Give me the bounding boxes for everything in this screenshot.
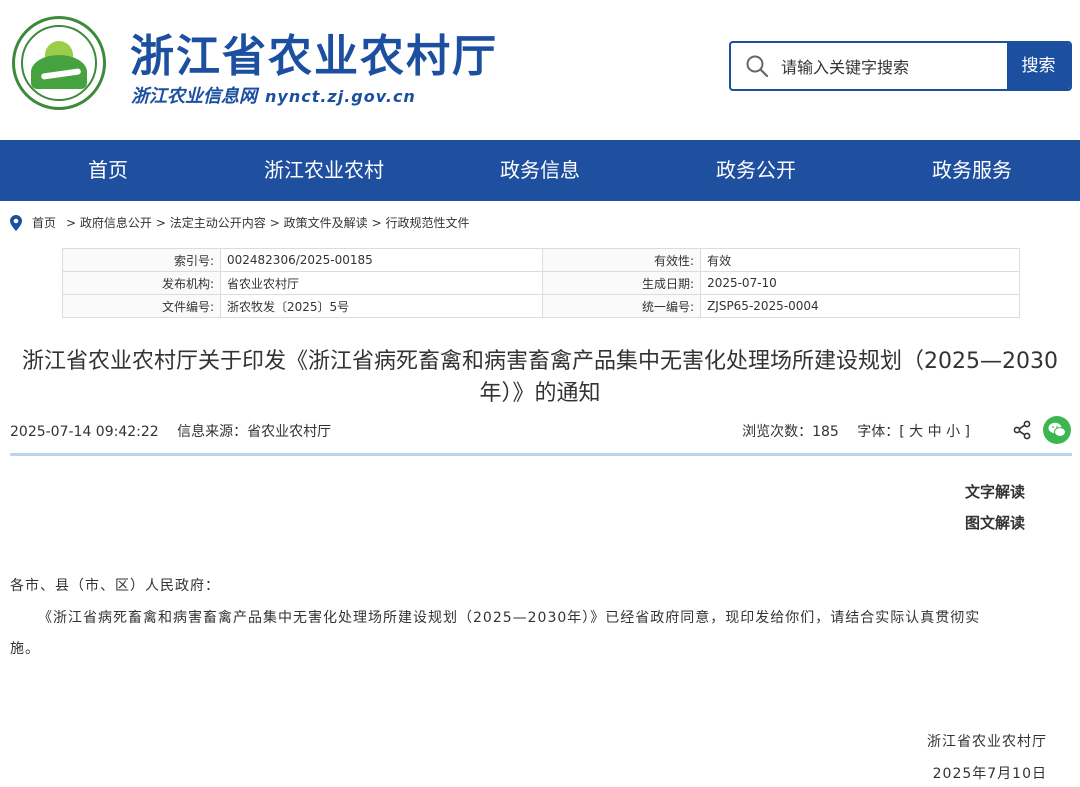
greeting-line: 各市、县（市、区）人民政府：: [10, 578, 220, 594]
document-number-value: 浙农牧发〔2025〕5号: [219, 294, 544, 318]
created-date-label: 生成日期:: [542, 271, 702, 295]
unified-number-value: ZJSP65-2025-0004: [700, 294, 1020, 318]
nav-item-government-services[interactable]: 政务服务: [864, 140, 1080, 201]
location-pin-icon: [10, 214, 22, 231]
nav-item-zhejiang-agriculture[interactable]: 浙江农业农村: [216, 140, 432, 201]
info-source: 信息来源：省农业农村厅: [177, 424, 332, 440]
breadcrumb-item[interactable]: > 法定主动公开内容: [156, 214, 266, 231]
search-icon: [746, 55, 769, 78]
created-date-value: 2025-07-10: [700, 271, 1020, 295]
site-subtitle: 浙江农业信息网 nynct.zj.gov.cn: [131, 82, 416, 108]
breadcrumb-item[interactable]: > 政策文件及解读: [270, 214, 368, 231]
index-label: 索引号:: [62, 248, 221, 272]
site-logo[interactable]: [12, 16, 106, 110]
index-value: 002482306/2025-00185: [219, 248, 544, 272]
article-meta: 2025-07-14 09:42:22 信息来源：省农业农村厅: [10, 421, 345, 441]
search-input[interactable]: [779, 51, 1008, 83]
publisher-label: 发布机构:: [62, 271, 221, 295]
breadcrumb-home[interactable]: 首页: [32, 214, 56, 231]
search-button[interactable]: 搜索: [1007, 43, 1070, 89]
unified-number-label: 统一编号:: [542, 294, 702, 318]
document-number-label: 文件编号:: [62, 294, 221, 318]
site-url: nynct.zj.gov.cn: [265, 87, 416, 106]
nav-item-government-affairs[interactable]: 政务公开: [648, 140, 864, 201]
breadcrumb: 首页 > 政府信息公开 > 法定主动公开内容 > 政策文件及解读 > 行政规范性…: [10, 214, 474, 231]
signature-date: 2025年7月10日: [932, 766, 1047, 782]
document-title-line: 浙江省农业农村厅关于印发《浙江省病死畜禽和病害畜禽产品集中无害化处理场所建设规划…: [22, 349, 1058, 374]
search-box: 搜索: [729, 41, 1072, 91]
body-paragraph-continued: 施。: [10, 641, 40, 657]
font-size-switcher[interactable]: 字体：[ 大 中 小 ]: [857, 424, 970, 440]
site-header: 浙江省农业农村厅 浙江农业信息网 nynct.zj.gov.cn 搜索: [0, 0, 1080, 140]
publish-datetime: 2025-07-14 09:42:22: [10, 424, 159, 440]
publisher-value: 省农业农村厅: [219, 271, 544, 295]
body-paragraph: 《浙江省病死畜禽和病害畜禽产品集中无害化处理场所建设规划（2025—2030年）…: [38, 610, 981, 626]
breadcrumb-item[interactable]: > 政府信息公开: [66, 214, 152, 231]
validity-value: 有效: [700, 248, 1020, 272]
main-nav: 首页 浙江农业农村 政务信息 政务公开 政务服务: [0, 140, 1080, 201]
document-title-line: 年）》的通知: [479, 381, 601, 406]
wechat-share-icon[interactable]: [1043, 416, 1071, 444]
document-info-table: 索引号: 002482306/2025-00185 有效性: 有效 发布机构: …: [62, 248, 1020, 318]
validity-label: 有效性:: [542, 248, 702, 272]
document-title: 浙江省农业农村厅关于印发《浙江省病死畜禽和病害畜禽产品集中无害化处理场所建设规划…: [14, 346, 1066, 410]
view-count: 浏览次数：185: [742, 424, 839, 440]
nav-item-government-info[interactable]: 政务信息: [432, 140, 648, 201]
title-divider: [10, 453, 1072, 456]
share-icon[interactable]: [1012, 420, 1032, 440]
graphic-interpretation-link[interactable]: 图文解读: [965, 512, 1025, 533]
nav-item-home[interactable]: 首页: [0, 140, 216, 201]
article-tools: 浏览次数：185 字体：[ 大 中 小 ]: [728, 421, 970, 441]
site-title: 浙江省农业农村厅: [130, 31, 498, 82]
site-subtitle-text: 浙江农业信息网: [131, 86, 257, 107]
text-interpretation-link[interactable]: 文字解读: [965, 481, 1025, 502]
signature-organization: 浙江省农业农村厅: [927, 734, 1047, 750]
breadcrumb-item[interactable]: > 行政规范性文件: [372, 214, 470, 231]
